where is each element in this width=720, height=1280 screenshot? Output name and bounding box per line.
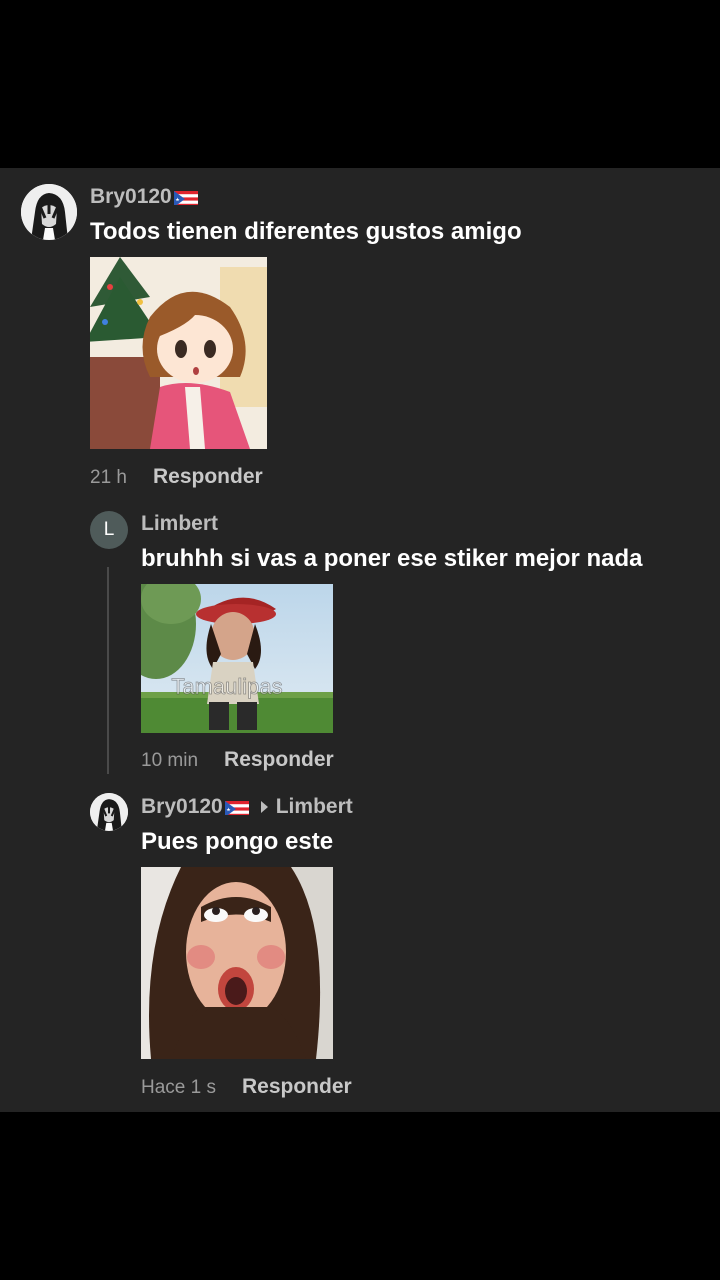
- sticker-woman-face[interactable]: [141, 867, 333, 1059]
- avatar-letter: L: [103, 519, 115, 540]
- comment-username[interactable]: Limbert: [141, 512, 218, 536]
- thread-line: [107, 567, 109, 774]
- comment-text: Todos tienen diferentes gustos amigo: [90, 218, 522, 245]
- sticker-tamaulipas[interactable]: Tamaulipas: [141, 584, 333, 733]
- comment-meta: Hace 1 s Responder: [141, 1075, 352, 1099]
- comment-username[interactable]: Bry0120: [141, 795, 223, 819]
- comment-text: Pues pongo este: [141, 828, 334, 855]
- flag-puerto-rico-icon: [173, 189, 198, 205]
- comment-username-row: Bry0120 Limbert: [141, 795, 353, 819]
- comment-meta: 10 min Responder: [141, 748, 334, 772]
- comment-meta: 21 h Responder: [90, 465, 263, 489]
- sticker-caption: Tamaulipas: [171, 674, 282, 699]
- comment-timestamp: Hace 1 s: [141, 1077, 216, 1098]
- reply-button[interactable]: Responder: [224, 748, 334, 772]
- comment-username[interactable]: Bry0120: [90, 185, 198, 209]
- comment-timestamp: 21 h: [90, 467, 127, 488]
- flag-puerto-rico-icon: [224, 799, 249, 815]
- reply-to-username[interactable]: Limbert: [276, 795, 353, 819]
- reply-arrow-icon: [260, 801, 268, 813]
- sticker-anime-girl[interactable]: [90, 257, 267, 449]
- comment-text: bruhhh si vas a poner ese stiker mejor n…: [141, 545, 643, 572]
- reply-button[interactable]: Responder: [153, 465, 263, 489]
- avatar-limbert[interactable]: L: [90, 511, 128, 549]
- avatar-bry0120[interactable]: [21, 184, 77, 240]
- avatar-bry0120[interactable]: [90, 793, 128, 831]
- reply-button[interactable]: Responder: [242, 1075, 352, 1099]
- comment-timestamp: 10 min: [141, 750, 199, 771]
